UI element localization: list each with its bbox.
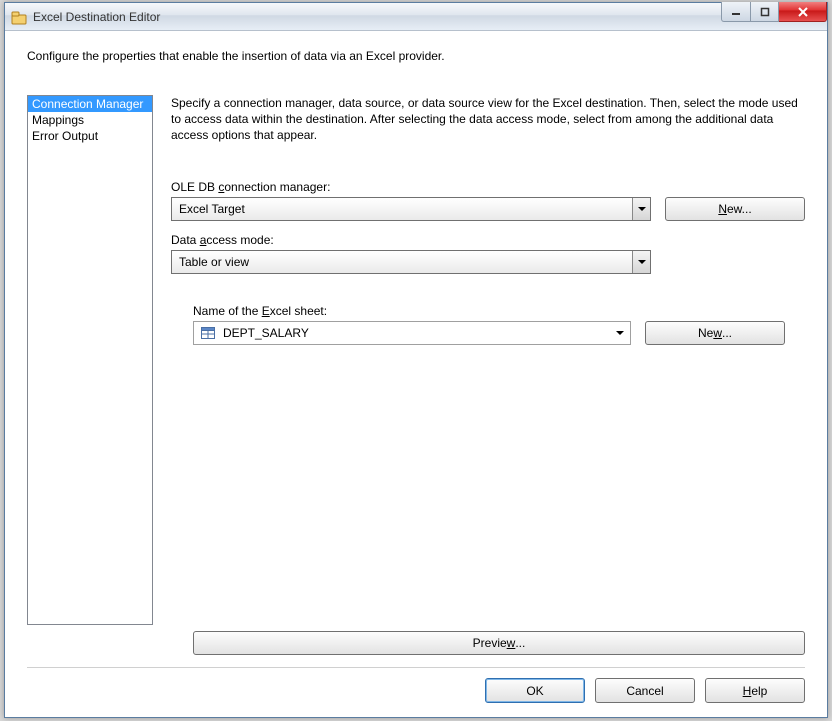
sheet-new-button[interactable]: New... (645, 321, 785, 345)
help-button[interactable]: Help (705, 678, 805, 703)
app-icon (11, 9, 27, 25)
sheet-name-value: DEPT_SALARY (223, 326, 309, 340)
nav-item-connection-manager[interactable]: Connection Manager (28, 96, 152, 112)
close-button[interactable] (779, 2, 827, 22)
chevron-down-icon[interactable] (632, 198, 650, 220)
cancel-button[interactable]: Cancel (595, 678, 695, 703)
access-mode-combo[interactable]: Table or view (171, 250, 651, 274)
conn-label: OLE DB connection manager: (171, 180, 805, 194)
body-split: Connection Manager Mappings Error Output… (27, 95, 805, 655)
conn-manager-combo[interactable]: Excel Target (171, 197, 651, 221)
preview-button[interactable]: Preview... (193, 631, 805, 655)
mode-label: Data access mode: (171, 233, 805, 247)
ok-button[interactable]: OK (485, 678, 585, 703)
intro-text: Configure the properties that enable the… (27, 49, 805, 63)
chevron-down-icon[interactable] (632, 251, 650, 273)
sheet-label: Name of the Excel sheet: (193, 304, 805, 318)
dialog-window: Excel Destination Editor Configure the p… (4, 2, 828, 718)
window-title: Excel Destination Editor (33, 10, 160, 24)
nav-item-error-output[interactable]: Error Output (28, 128, 152, 144)
client-area: Configure the properties that enable the… (5, 31, 827, 717)
nav-list[interactable]: Connection Manager Mappings Error Output (27, 95, 153, 625)
right-pane: Specify a connection manager, data sourc… (171, 95, 805, 655)
maximize-button[interactable] (751, 2, 779, 22)
table-icon (201, 326, 215, 340)
chevron-down-icon[interactable] (616, 331, 624, 335)
conn-new-button[interactable]: New... (665, 197, 805, 221)
minimize-button[interactable] (721, 2, 751, 22)
page-description: Specify a connection manager, data sourc… (171, 95, 805, 144)
separator (27, 667, 805, 668)
footer-buttons: OK Cancel Help (27, 678, 805, 703)
nav-item-mappings[interactable]: Mappings (28, 112, 152, 128)
titlebar: Excel Destination Editor (5, 3, 827, 31)
window-controls (721, 2, 827, 22)
access-mode-value: Table or view (179, 255, 249, 269)
conn-manager-value: Excel Target (179, 202, 245, 216)
sheet-name-combo[interactable]: DEPT_SALARY (193, 321, 631, 345)
